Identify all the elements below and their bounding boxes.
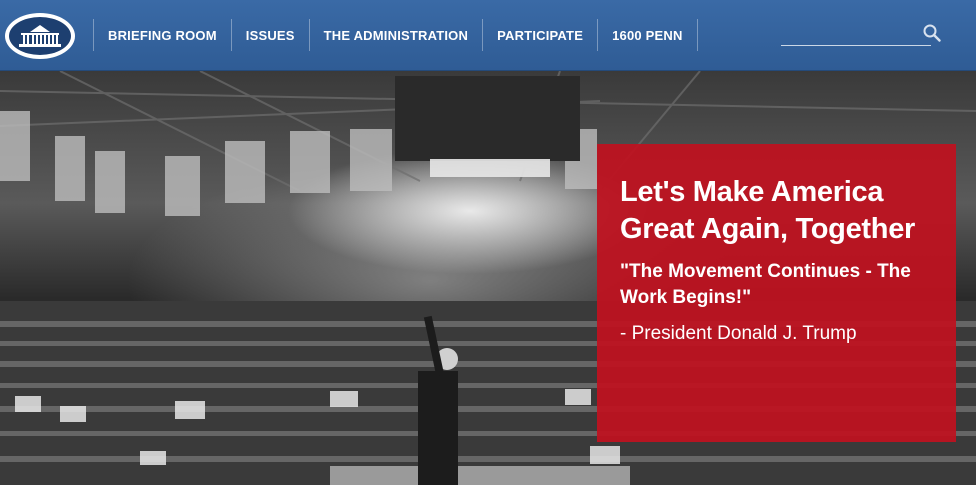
nav-briefing-room[interactable]: BRIEFING ROOM	[94, 19, 232, 51]
hero-attribution: - President Donald J. Trump	[620, 323, 857, 344]
hero-banner: Let's Make America Great Again, Together…	[0, 71, 976, 485]
nav-1600-penn[interactable]: 1600 PENN	[598, 19, 698, 51]
search-input[interactable]	[781, 18, 931, 46]
nav-participate[interactable]: PARTICIPATE	[483, 19, 599, 51]
white-house-seal-icon	[9, 17, 71, 55]
search-icon[interactable]	[923, 24, 941, 42]
hero-quote: "The Movement Continues - The Work Begin…	[620, 261, 911, 308]
search-box	[781, 18, 943, 46]
top-navigation-bar: BRIEFING ROOM ISSUES THE ADMINISTRATION …	[0, 0, 976, 71]
nav-the-administration[interactable]: THE ADMINISTRATION	[310, 19, 484, 51]
white-house-logo[interactable]	[5, 13, 75, 59]
hero-headline: Let's Make America Great Again, Together	[620, 176, 916, 245]
quote-panel: Let's Make America Great Again, Together…	[597, 144, 956, 442]
main-nav: BRIEFING ROOM ISSUES THE ADMINISTRATION …	[93, 19, 698, 51]
nav-issues[interactable]: ISSUES	[232, 19, 310, 51]
